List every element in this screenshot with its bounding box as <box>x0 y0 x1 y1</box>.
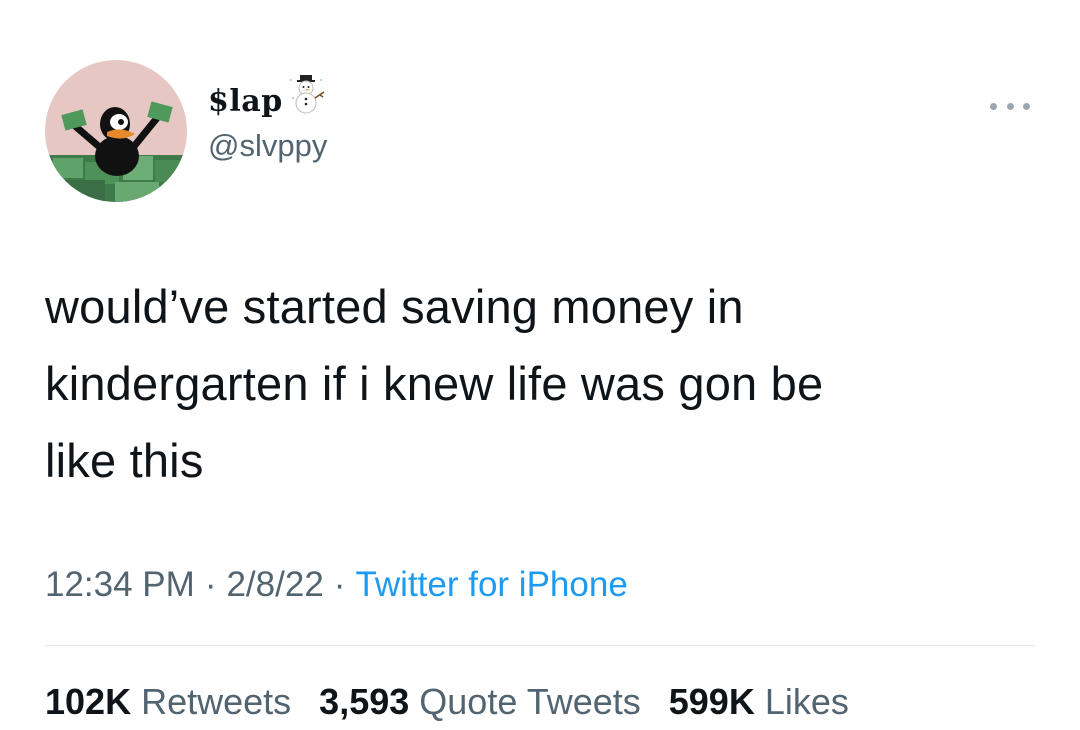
quote-tweets-label: Quote Tweets <box>419 681 641 722</box>
meta-separator: · <box>204 565 217 604</box>
tweet-source-link[interactable]: Twitter for iPhone <box>355 565 627 604</box>
tweet-text-line: would’ve started saving money in <box>45 280 744 333</box>
tweet-text-line: kindergarten if i knew life was gon be <box>45 357 824 410</box>
more-horizontal-icon-dot <box>1023 102 1030 110</box>
author-handle[interactable]: @slvppy <box>208 127 327 165</box>
quote-tweets-count: 3,593 <box>319 681 410 722</box>
tweet-time[interactable]: 12:34 PM <box>45 565 195 604</box>
avatar-image <box>45 60 187 202</box>
retweets-count: 102K <box>45 681 132 722</box>
meta-separator: · <box>333 565 346 604</box>
retweets-label: Retweets <box>141 681 292 722</box>
divider <box>45 645 1035 646</box>
more-horizontal-icon-dot <box>1006 102 1014 110</box>
tweet-card: $lap @slvppy would’ve started saving mon… <box>0 0 1080 730</box>
likes-count: 599K <box>668 681 755 722</box>
snowman-icon <box>287 74 327 123</box>
tweet-text: would’ve started saving money in kinderg… <box>45 268 1035 499</box>
more-options-button[interactable] <box>990 96 1030 116</box>
likes-stat[interactable]: 599K Likes <box>669 680 849 724</box>
likes-label: Likes <box>764 681 849 722</box>
tweet-text-line: like this <box>45 434 204 487</box>
author-display-name-text: $lap <box>208 83 283 119</box>
quote-tweets-stat[interactable]: 3,593 Quote Tweets <box>319 680 641 724</box>
more-horizontal-icon <box>990 102 997 110</box>
author-display-name[interactable]: $lap <box>208 75 327 123</box>
tweet-stats: 102K Retweets 3,593 Quote Tweets 599K Li… <box>45 680 867 724</box>
retweets-stat[interactable]: 102K Retweets <box>45 680 291 724</box>
avatar[interactable] <box>45 60 187 202</box>
author-info: $lap @slvppy <box>208 75 327 165</box>
tweet-meta: 12:34 PM · 2/8/22 · Twitter for iPhone <box>45 563 628 607</box>
tweet-date[interactable]: 2/8/22 <box>226 565 323 604</box>
